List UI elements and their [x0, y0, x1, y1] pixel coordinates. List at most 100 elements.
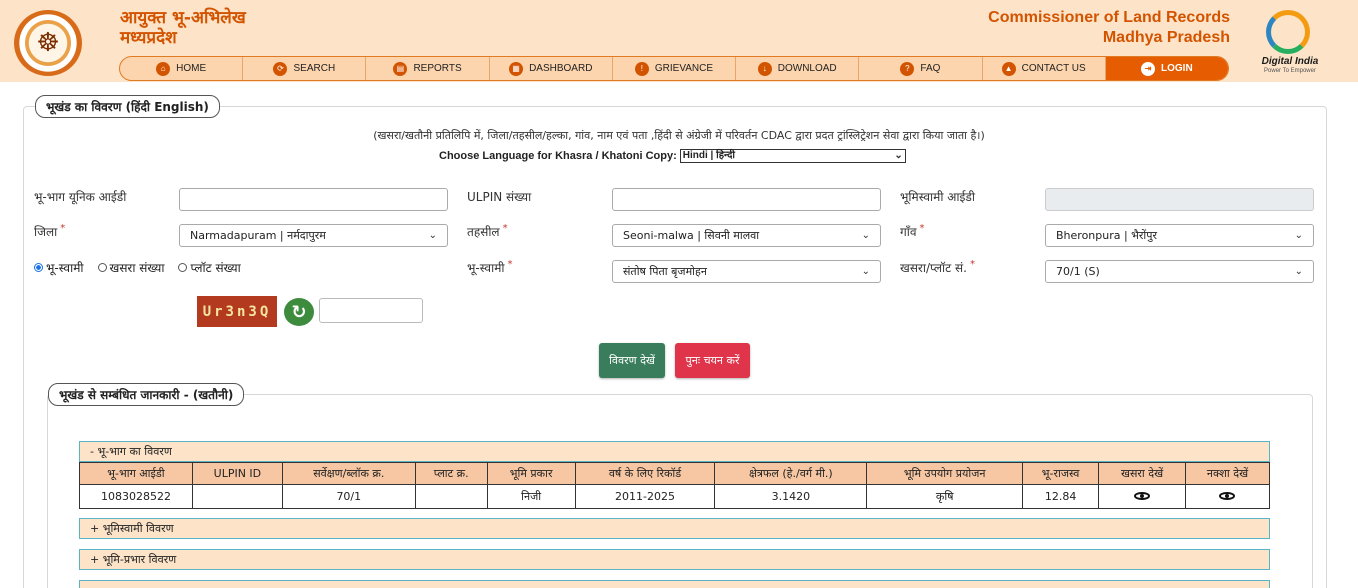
chevron-down-icon: ⌄	[861, 266, 870, 277]
view-khasra-eye-icon[interactable]	[1134, 492, 1151, 500]
site-title-hindi: आयुक्त भू-अभिलेख मध्यप्रदेश	[120, 8, 246, 48]
nav-label: FAQ	[920, 63, 941, 74]
col-header: प्लाट क्र.	[414, 462, 488, 485]
nav-label: DASHBOARD	[529, 63, 593, 74]
download-icon: ↓	[757, 61, 772, 76]
title-en-line2: Madhya Pradesh	[1102, 29, 1230, 46]
col-header: खसरा देखें	[1098, 462, 1186, 485]
language-select[interactable]: Hindi | हिन्दी ⌄	[679, 149, 906, 163]
required-mark: *	[502, 223, 508, 234]
table-row: 1083028522 70/1 निजी 2011-2025 3.1420 कृ…	[79, 484, 1271, 509]
cell-revenue: 12.84	[1022, 484, 1100, 509]
radio-label: भू-स्वामी	[46, 261, 84, 275]
refresh-captcha-icon[interactable]: ↻	[284, 298, 314, 326]
faq-icon: ?	[900, 61, 915, 76]
radio-khasra[interactable]: खसरा संख्या	[97, 259, 165, 276]
village-value: Bheronpura | भैरोंपुर	[1056, 229, 1158, 242]
unique-id-label: भू-भाग यूनिक आईडी	[34, 190, 127, 204]
panel-owner-details[interactable]: + भूमिस्वामी विवरण	[79, 518, 1270, 539]
nav-search[interactable]: ⟳ SEARCH	[243, 57, 367, 80]
nav-label: DOWNLOAD	[777, 63, 837, 74]
nav-login[interactable]: ⇥ LOGIN	[1105, 57, 1228, 80]
unique-id-input[interactable]	[179, 188, 448, 211]
nav-contact[interactable]: ▲ CONTACT US	[983, 57, 1106, 80]
nav-label: REPORTS	[413, 63, 462, 74]
owner-value: संतोष पिता बृजमोहन	[623, 265, 707, 278]
required-mark: *	[60, 223, 66, 234]
panel-land-details[interactable]: - भू-भाग का विवरण	[79, 441, 1270, 462]
owner-id-label: भूमिस्वामी आईडी	[900, 190, 975, 204]
nav-faq[interactable]: ? FAQ	[859, 57, 983, 80]
cell-ulpin	[191, 484, 283, 509]
nav-download[interactable]: ↓ DOWNLOAD	[736, 57, 860, 80]
khasra-label: खसरा/प्लॉट सं. *	[900, 259, 975, 276]
nav-grievance[interactable]: ! GRIEVANCE	[613, 57, 737, 80]
nav-dashboard[interactable]: ▦ DASHBOARD	[490, 57, 613, 80]
khasra-select[interactable]: 70/1 (S) ⌄	[1045, 260, 1314, 283]
radio-plot[interactable]: प्लॉट संख्या	[178, 259, 241, 276]
col-header: नक्शा देखें	[1184, 462, 1271, 485]
language-chooser: Choose Language for Khasra / Khatoni Cop…	[439, 149, 906, 163]
owner-label: भू-स्वामी *	[467, 259, 513, 276]
radio-owner[interactable]: भू-स्वामी	[34, 259, 84, 276]
col-header: भूमि उपयोग प्रयोजन	[866, 462, 1024, 485]
nav-label: SEARCH	[293, 63, 336, 74]
view-map-eye-icon[interactable]	[1219, 492, 1236, 500]
main-nav: ⌂ HOME ⟳ SEARCH ▤ REPORTS ▦ DASHBOARD ! GRIEV…	[119, 56, 1229, 81]
ulpin-label: ULPIN संख्या	[467, 190, 532, 204]
search-icon: ⟳	[273, 61, 288, 76]
title-en-line1: Commissioner of Land Records	[988, 9, 1230, 26]
digital-india-tagline: Power To Empower	[1264, 68, 1316, 74]
cell-view-khasra	[1098, 484, 1186, 509]
chevron-down-icon: ⌄	[894, 150, 903, 161]
district-label-text: जिला	[34, 225, 58, 239]
district-label: जिला *	[34, 223, 65, 240]
captcha-input[interactable]	[319, 298, 423, 323]
language-label: Choose Language for Khasra / Khatoni Cop…	[439, 150, 677, 162]
village-label: गाँव *	[900, 223, 925, 240]
radio-dot[interactable]	[97, 263, 107, 272]
required-mark: *	[969, 259, 975, 270]
chevron-down-icon: ⌄	[428, 230, 437, 241]
grievance-icon: !	[634, 61, 649, 76]
col-header: भूमि प्रकार	[486, 462, 576, 485]
ulpin-input[interactable]	[612, 188, 881, 211]
transliteration-info: (खसरा/खतौनी प्रतिलिपि में, जिला/तहसील/हल…	[373, 129, 985, 142]
cell-land-type: निजी	[486, 484, 576, 509]
village-select[interactable]: Bheronpura | भैरोंपुर ⌄	[1045, 224, 1314, 247]
language-value: Hindi | हिन्दी	[682, 150, 735, 161]
nav-home[interactable]: ⌂ HOME	[120, 57, 244, 80]
panel-charge-details[interactable]: + भूमि-प्रभार विवरण	[79, 549, 1270, 570]
nav-reports[interactable]: ▤ REPORTS	[366, 57, 490, 80]
digital-india-logo: Digital India Power To Empower	[1254, 10, 1326, 74]
radio-dot-selected[interactable]	[34, 263, 43, 272]
cell-year: 2011-2025	[574, 484, 716, 509]
owner-select[interactable]: संतोष पिता बृजमोहन ⌄	[612, 260, 881, 283]
col-header: भू-भाग आईडी	[79, 462, 193, 485]
reset-button[interactable]: पुनः चयन करें	[675, 343, 750, 378]
digital-india-text: Digital India	[1261, 56, 1319, 67]
view-details-button[interactable]: विवरण देखें	[599, 343, 665, 378]
site-title-english: Commissioner of Land Records Madhya Prad…	[988, 8, 1230, 48]
captcha-image: Ur3n3Q	[197, 296, 277, 327]
title-hi-line2: मध्यप्रदेश	[120, 28, 177, 48]
col-header: क्षेत्रफल (हे./वर्ग मी.)	[714, 462, 868, 485]
col-header: भू-राजस्व	[1022, 462, 1100, 485]
khasra-label-text: खसरा/प्लॉट सं.	[900, 261, 967, 275]
chevron-down-icon: ⌄	[861, 230, 870, 241]
khasra-value: 70/1 (S)	[1056, 265, 1100, 278]
site-header: ☸ आयुक्त भू-अभिलेख मध्यप्रदेश Commission…	[0, 0, 1358, 82]
radio-dot[interactable]	[178, 263, 188, 272]
tehsil-select[interactable]: Seoni-malwa | सिवनी मालवा ⌄	[612, 224, 881, 247]
digital-india-icon	[1266, 10, 1310, 54]
district-select[interactable]: Narmadapuram | नर्मदापुरम ⌄	[179, 224, 448, 247]
form-legend: भूखंड का विवरण (हिंदी English)	[35, 95, 220, 118]
nav-label: GRIEVANCE	[654, 63, 714, 74]
district-value: Narmadapuram | नर्मदापुरम	[190, 229, 326, 242]
radio-label: खसरा संख्या	[109, 261, 165, 275]
required-mark: *	[507, 259, 513, 270]
col-header: ULPIN ID	[191, 462, 283, 485]
tehsil-label: तहसील *	[467, 223, 508, 240]
panel-more[interactable]	[79, 580, 1270, 588]
nav-label: LOGIN	[1161, 63, 1193, 74]
